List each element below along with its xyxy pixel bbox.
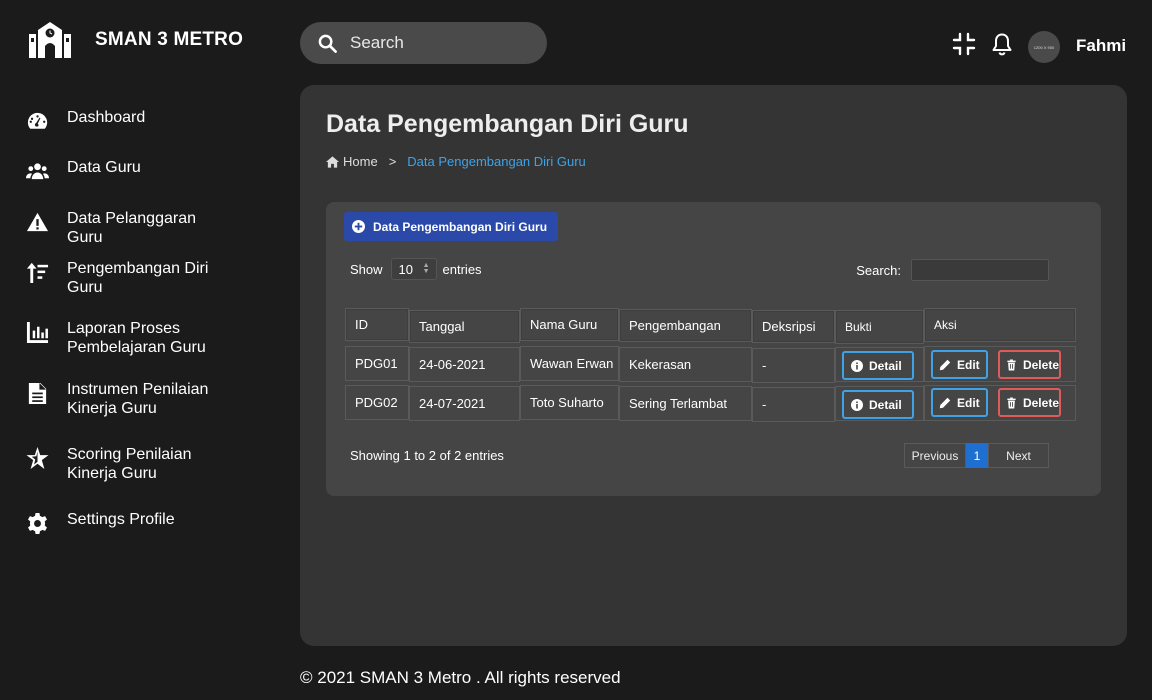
info-icon — [851, 398, 863, 411]
warning-icon — [26, 209, 49, 235]
document-icon — [26, 380, 49, 406]
sidebar-item-label: Scoring Penilaian Kinerja Guru — [67, 446, 192, 482]
column-header-aksi[interactable]: Aksi — [924, 308, 1076, 342]
sidebar-item-instrumen-penilaian[interactable]: Instrumen Penilaian Kinerja Guru — [26, 380, 266, 418]
users-icon — [26, 158, 49, 184]
detail-label: Detail — [869, 358, 902, 373]
plus-circle-icon — [352, 220, 365, 233]
page-size-value: 10 — [398, 261, 413, 277]
search-input[interactable] — [350, 33, 530, 53]
sidebar-item-label: Instrumen Penilaian Kinerja Guru — [67, 381, 209, 417]
pencil-icon — [939, 397, 951, 408]
sidebar-item-laporan-proses[interactable]: Laporan Proses Pembelajaran Guru — [26, 319, 266, 357]
sidebar-item-label: Pengembangan Diri Guru — [67, 260, 209, 296]
pagination-next[interactable]: Next — [988, 443, 1049, 468]
table-search-label: Search: — [856, 262, 901, 278]
page-size-control: Show 10 ▲ ▼ entries — [350, 258, 482, 280]
home-icon — [326, 155, 339, 168]
school-logo-icon — [29, 22, 71, 58]
breadcrumb: Home > Data Pengembangan Diri Guru — [326, 154, 586, 169]
brand[interactable]: SMAN 3 METRO — [26, 20, 243, 60]
column-header-id[interactable]: ID — [345, 308, 409, 341]
sidebar-item-settings-profile[interactable]: Settings Profile — [26, 510, 266, 536]
compress-icon[interactable] — [952, 32, 976, 56]
bar-chart-icon — [26, 319, 49, 345]
show-label: Show — [350, 261, 383, 277]
username[interactable]: Fahmi — [1076, 36, 1126, 56]
sidebar-item-label: Laporan Proses Pembelajaran Guru — [67, 320, 206, 356]
sidebar-item-label: Dashboard — [67, 109, 146, 126]
entries-label: entries — [442, 261, 482, 277]
breadcrumb-separator: > — [388, 154, 397, 169]
edit-button[interactable]: Edit — [931, 350, 988, 379]
delete-label: Delete — [1022, 395, 1059, 410]
column-header-nama-guru[interactable]: Nama Guru — [520, 308, 619, 341]
sidebar-item-data-guru[interactable]: Data Guru — [26, 158, 266, 184]
breadcrumb-current: Data Pengembangan Diri Guru — [407, 154, 586, 169]
sidebar-item-label: Settings Profile — [67, 511, 175, 528]
table-search: Search: — [856, 259, 1049, 281]
sidebar-item-label: Data Pelanggaran Guru — [67, 210, 196, 246]
sidebar-item-data-pelanggaran-guru[interactable]: Data Pelanggaran Guru — [26, 209, 266, 247]
star-icon — [26, 445, 49, 471]
delete-button[interactable]: Delete — [998, 350, 1061, 379]
sidebar-item-dashboard[interactable]: Dashboard — [26, 108, 266, 134]
add-data-label: Data Pengembangan Diri Guru — [373, 219, 548, 234]
table-cell-deskripsi: - — [752, 348, 835, 383]
pagination-page-1[interactable]: 1 — [966, 443, 988, 468]
avatar[interactable]: 1200 X 900 — [1028, 31, 1060, 63]
delete-button[interactable]: Delete — [998, 388, 1061, 417]
detail-button[interactable]: Detail — [842, 390, 914, 419]
sidebar-item-pengembangan-diri-guru[interactable]: Pengembangan Diri Guru — [26, 259, 266, 297]
table-cell-id: PDG02 — [345, 385, 409, 420]
column-header-tanggal[interactable]: Tanggal — [409, 310, 520, 343]
delete-label: Delete — [1022, 357, 1059, 372]
edit-button[interactable]: Edit — [931, 388, 988, 417]
column-header-pengembangan[interactable]: Pengembangan — [619, 309, 752, 342]
sidebar-item-label: Data Guru — [67, 159, 141, 176]
breadcrumb-home[interactable]: Home — [343, 154, 378, 169]
sort-arrows-icon: ▲ ▼ — [422, 262, 430, 275]
pagination: Previous 1 Next — [904, 443, 1049, 468]
table-search-input[interactable] — [911, 259, 1049, 281]
pagination-previous[interactable]: Previous — [904, 443, 966, 468]
main-panel: Data Pengembangan Diri Guru Home > Data … — [300, 85, 1127, 646]
detail-label: Detail — [869, 397, 902, 412]
sidebar-item-scoring-penilaian[interactable]: Scoring Penilaian Kinerja Guru — [26, 445, 266, 483]
column-header-deskripsi[interactable]: Deksripsi — [752, 310, 835, 343]
table-cell-pengembangan: Sering Terlambat — [619, 386, 752, 421]
edit-label: Edit — [957, 395, 980, 410]
brand-name: SMAN 3 METRO — [95, 29, 244, 50]
sort-up-icon — [26, 259, 49, 285]
table-info: Showing 1 to 2 of 2 entries — [350, 448, 504, 463]
column-header-bukti[interactable]: Bukti — [835, 310, 924, 344]
detail-button[interactable]: Detail — [842, 351, 914, 380]
info-icon — [851, 359, 863, 372]
data-card: Data Pengembangan Diri Guru Show 10 ▲ ▼ e… — [326, 202, 1101, 496]
table-cell-nama-guru: Wawan Erwan — [520, 346, 619, 381]
table-cell-pengembangan: Kekerasan — [619, 347, 752, 382]
page-title: Data Pengembangan Diri Guru — [326, 110, 689, 138]
page-size-select[interactable]: 10 ▲ ▼ — [390, 258, 437, 280]
table-cell-tanggal: 24-06-2021 — [409, 347, 520, 382]
search-icon — [318, 34, 337, 53]
table-cell-deskripsi: - — [752, 387, 835, 422]
trash-icon — [1007, 397, 1016, 408]
footer-copyright: © 2021 SMAN 3 Metro . All rights reserve… — [300, 668, 621, 687]
search-bar[interactable] — [300, 22, 547, 64]
trash-icon — [1007, 359, 1016, 370]
pencil-icon — [939, 359, 951, 370]
add-data-button[interactable]: Data Pengembangan Diri Guru — [344, 212, 559, 241]
gear-icon — [26, 510, 49, 536]
table-cell-id: PDG01 — [345, 346, 409, 381]
table-cell-tanggal: 24-07-2021 — [409, 386, 520, 421]
gauge-icon — [26, 108, 49, 134]
bell-icon[interactable] — [990, 32, 1014, 56]
table-cell-nama-guru: Toto Suharto — [520, 385, 619, 420]
avatar-placeholder-text: 1200 X 900 — [1033, 44, 1055, 50]
top-icons — [952, 32, 1014, 56]
edit-label: Edit — [957, 357, 980, 372]
